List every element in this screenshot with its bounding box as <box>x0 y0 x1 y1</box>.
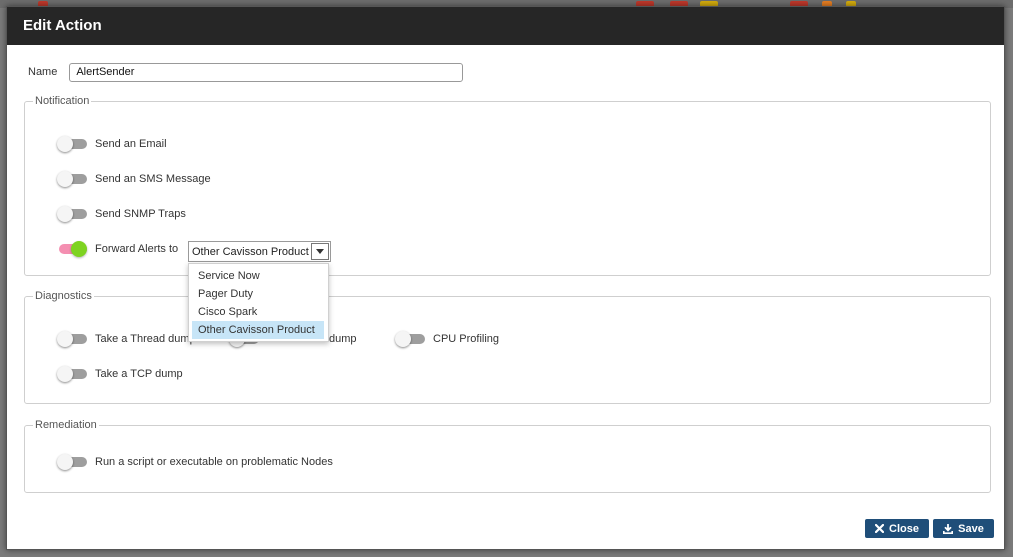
dropdown-option[interactable]: Service Now <box>192 267 324 285</box>
remediation-legend: Remediation <box>35 419 97 431</box>
close-button-label: Close <box>889 522 919 535</box>
caret-down-icon[interactable] <box>311 243 329 260</box>
name-label: Name <box>28 66 58 78</box>
thread-dump-row: Take a Thread dump <box>57 330 196 348</box>
send-sms-row: Send an SMS Message <box>57 170 211 188</box>
save-button-label: Save <box>958 522 984 535</box>
thread-dump-label: Take a Thread dump <box>95 333 196 345</box>
download-icon <box>943 523 954 534</box>
name-input[interactable] <box>69 62 464 82</box>
heap-dump-label: dump <box>329 333 357 345</box>
dropdown-option-selected[interactable]: Other Cavisson Product <box>192 321 324 339</box>
forward-target-dropdown: Service Now Pager Duty Cisco Spark Other… <box>188 263 329 342</box>
cpu-profiling-row: CPU Profiling <box>395 330 499 348</box>
tcp-dump-label: Take a TCP dump <box>95 368 183 380</box>
forward-target-value: Other Cavisson Product <box>192 245 309 258</box>
diagnostics-legend: Diagnostics <box>35 290 92 302</box>
forward-alerts-toggle[interactable] <box>57 240 88 258</box>
close-button[interactable]: Close <box>865 519 929 538</box>
forward-alerts-label: Forward Alerts to <box>95 243 179 255</box>
send-snmp-toggle[interactable] <box>57 205 88 223</box>
dialog-title: Edit Action <box>7 7 1004 45</box>
dropdown-option[interactable]: Cisco Spark <box>192 303 324 321</box>
run-script-row: Run a script or executable on problemati… <box>57 453 333 471</box>
forward-alerts-row: Forward Alerts to <box>57 240 178 258</box>
send-snmp-label: Send SNMP Traps <box>95 208 186 220</box>
send-snmp-row: Send SNMP Traps <box>57 205 186 223</box>
send-sms-toggle[interactable] <box>57 170 88 188</box>
notification-legend: Notification <box>35 95 90 107</box>
cpu-profiling-label: CPU Profiling <box>433 333 500 345</box>
run-script-toggle[interactable] <box>57 453 88 471</box>
x-icon <box>875 524 885 533</box>
edit-action-dialog: Edit Action Name Notification Send an Em… <box>6 6 1005 550</box>
name-row: Name <box>28 62 464 82</box>
send-email-label: Send an Email <box>95 138 167 150</box>
tcp-dump-row: Take a TCP dump <box>57 365 183 383</box>
thread-dump-toggle[interactable] <box>57 330 88 348</box>
forward-target-select[interactable]: Other Cavisson Product <box>188 241 331 262</box>
send-email-toggle[interactable] <box>57 135 88 153</box>
tcp-dump-toggle[interactable] <box>57 365 88 383</box>
send-email-row: Send an Email <box>57 135 167 153</box>
send-sms-label: Send an SMS Message <box>95 173 211 185</box>
run-script-label: Run a script or executable on problemati… <box>95 456 333 468</box>
save-button[interactable]: Save <box>933 519 994 538</box>
cpu-profiling-toggle[interactable] <box>395 330 426 348</box>
dropdown-option[interactable]: Pager Duty <box>192 285 324 303</box>
